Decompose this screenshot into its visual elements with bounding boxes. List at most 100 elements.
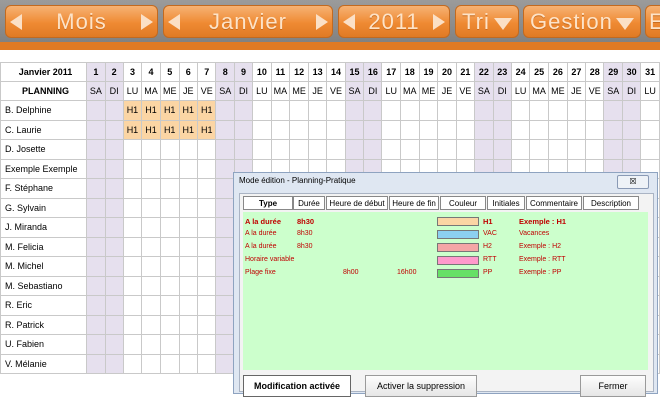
day-cell[interactable] xyxy=(215,314,235,335)
day-cell[interactable]: H1 xyxy=(141,100,161,121)
day-cell[interactable] xyxy=(141,256,161,277)
day-cell[interactable] xyxy=(196,139,217,160)
day-cell[interactable] xyxy=(640,119,660,140)
color-swatch[interactable] xyxy=(437,230,479,239)
day-cell[interactable] xyxy=(363,139,383,160)
day-cell[interactable] xyxy=(141,236,161,257)
day-cell[interactable] xyxy=(603,139,623,160)
day-cell[interactable] xyxy=(215,217,235,238)
day-cell[interactable] xyxy=(566,139,586,160)
day-cell[interactable] xyxy=(122,314,143,335)
extra-button[interactable]: E xyxy=(645,5,660,38)
day-cell[interactable] xyxy=(196,275,217,296)
day-cell[interactable] xyxy=(621,139,642,160)
day-cell[interactable] xyxy=(104,314,124,335)
day-cell[interactable] xyxy=(215,256,235,277)
color-swatch[interactable] xyxy=(437,243,479,252)
day-cell[interactable] xyxy=(178,275,198,296)
day-cell[interactable] xyxy=(104,178,124,199)
day-cell[interactable] xyxy=(122,178,143,199)
day-cell[interactable] xyxy=(289,139,309,160)
day-cell[interactable] xyxy=(196,353,217,374)
day-cell[interactable] xyxy=(86,197,106,218)
day-cell[interactable]: H1 xyxy=(178,119,198,140)
day-cell[interactable] xyxy=(270,139,291,160)
day-cell[interactable] xyxy=(307,119,328,140)
day-cell[interactable] xyxy=(122,256,143,277)
day-cell[interactable] xyxy=(584,139,605,160)
day-cell[interactable] xyxy=(640,139,660,160)
day-cell[interactable] xyxy=(141,275,161,296)
arrow-left-icon[interactable] xyxy=(10,14,22,30)
day-cell[interactable] xyxy=(159,314,180,335)
day-cell[interactable] xyxy=(418,100,439,121)
day-cell[interactable] xyxy=(510,139,531,160)
person-row[interactable]: D. Josette xyxy=(0,139,660,160)
day-cell[interactable] xyxy=(529,139,549,160)
day-cell[interactable] xyxy=(86,295,106,316)
day-cell[interactable] xyxy=(233,119,254,140)
day-cell[interactable] xyxy=(529,100,549,121)
day-cell[interactable] xyxy=(215,295,235,316)
day-cell[interactable] xyxy=(141,197,161,218)
day-cell[interactable] xyxy=(196,236,217,257)
day-cell[interactable] xyxy=(492,139,512,160)
day-cell[interactable] xyxy=(603,119,623,140)
year-select-button[interactable]: 2011 xyxy=(338,5,450,38)
day-cell[interactable] xyxy=(122,353,143,374)
day-cell[interactable] xyxy=(86,353,106,374)
day-cell[interactable] xyxy=(141,314,161,335)
day-cell[interactable] xyxy=(104,295,124,316)
day-cell[interactable] xyxy=(159,178,180,199)
day-cell[interactable] xyxy=(566,100,586,121)
day-cell[interactable] xyxy=(215,119,235,140)
day-cell[interactable] xyxy=(399,139,420,160)
day-cell[interactable] xyxy=(104,256,124,277)
day-cell[interactable] xyxy=(215,197,235,218)
arrow-right-icon[interactable] xyxy=(141,14,153,30)
day-cell[interactable] xyxy=(621,119,642,140)
day-cell[interactable] xyxy=(159,334,180,355)
day-cell[interactable] xyxy=(86,256,106,277)
day-cell[interactable] xyxy=(178,314,198,335)
day-cell[interactable] xyxy=(159,353,180,374)
day-cell[interactable] xyxy=(270,119,291,140)
day-cell[interactable] xyxy=(621,100,642,121)
day-cell[interactable] xyxy=(455,119,476,140)
day-cell[interactable] xyxy=(437,139,457,160)
arrow-left-icon[interactable] xyxy=(343,14,355,30)
day-cell[interactable] xyxy=(196,314,217,335)
day-cell[interactable] xyxy=(159,256,180,277)
manage-button[interactable]: Gestion xyxy=(523,5,641,38)
day-cell[interactable]: H1 xyxy=(196,100,217,121)
day-cell[interactable] xyxy=(455,139,476,160)
day-cell[interactable] xyxy=(399,119,420,140)
day-cell[interactable] xyxy=(178,256,198,277)
day-cell[interactable] xyxy=(547,100,568,121)
day-cell[interactable] xyxy=(381,119,401,140)
day-cell[interactable] xyxy=(141,139,161,160)
day-cell[interactable] xyxy=(215,178,235,199)
day-cell[interactable] xyxy=(86,275,106,296)
day-cell[interactable] xyxy=(252,119,272,140)
day-cell[interactable] xyxy=(104,334,124,355)
day-cell[interactable] xyxy=(399,100,420,121)
day-cell[interactable] xyxy=(474,139,494,160)
day-cell[interactable]: H1 xyxy=(196,119,217,140)
day-cell[interactable] xyxy=(252,100,272,121)
day-cell[interactable] xyxy=(122,334,143,355)
day-cell[interactable] xyxy=(86,178,106,199)
day-cell[interactable] xyxy=(326,119,346,140)
day-cell[interactable] xyxy=(159,139,180,160)
day-cell[interactable] xyxy=(104,100,124,121)
day-cell[interactable] xyxy=(529,119,549,140)
person-row[interactable]: C. Laurie H1 H1 H1 H1 H1 xyxy=(0,119,660,140)
color-swatch[interactable] xyxy=(437,269,479,278)
day-cell[interactable] xyxy=(141,334,161,355)
day-cell[interactable] xyxy=(289,100,309,121)
day-cell[interactable] xyxy=(159,275,180,296)
day-cell[interactable] xyxy=(270,100,291,121)
arrow-right-icon[interactable] xyxy=(433,14,445,30)
day-cell[interactable] xyxy=(547,119,568,140)
day-cell[interactable] xyxy=(252,139,272,160)
